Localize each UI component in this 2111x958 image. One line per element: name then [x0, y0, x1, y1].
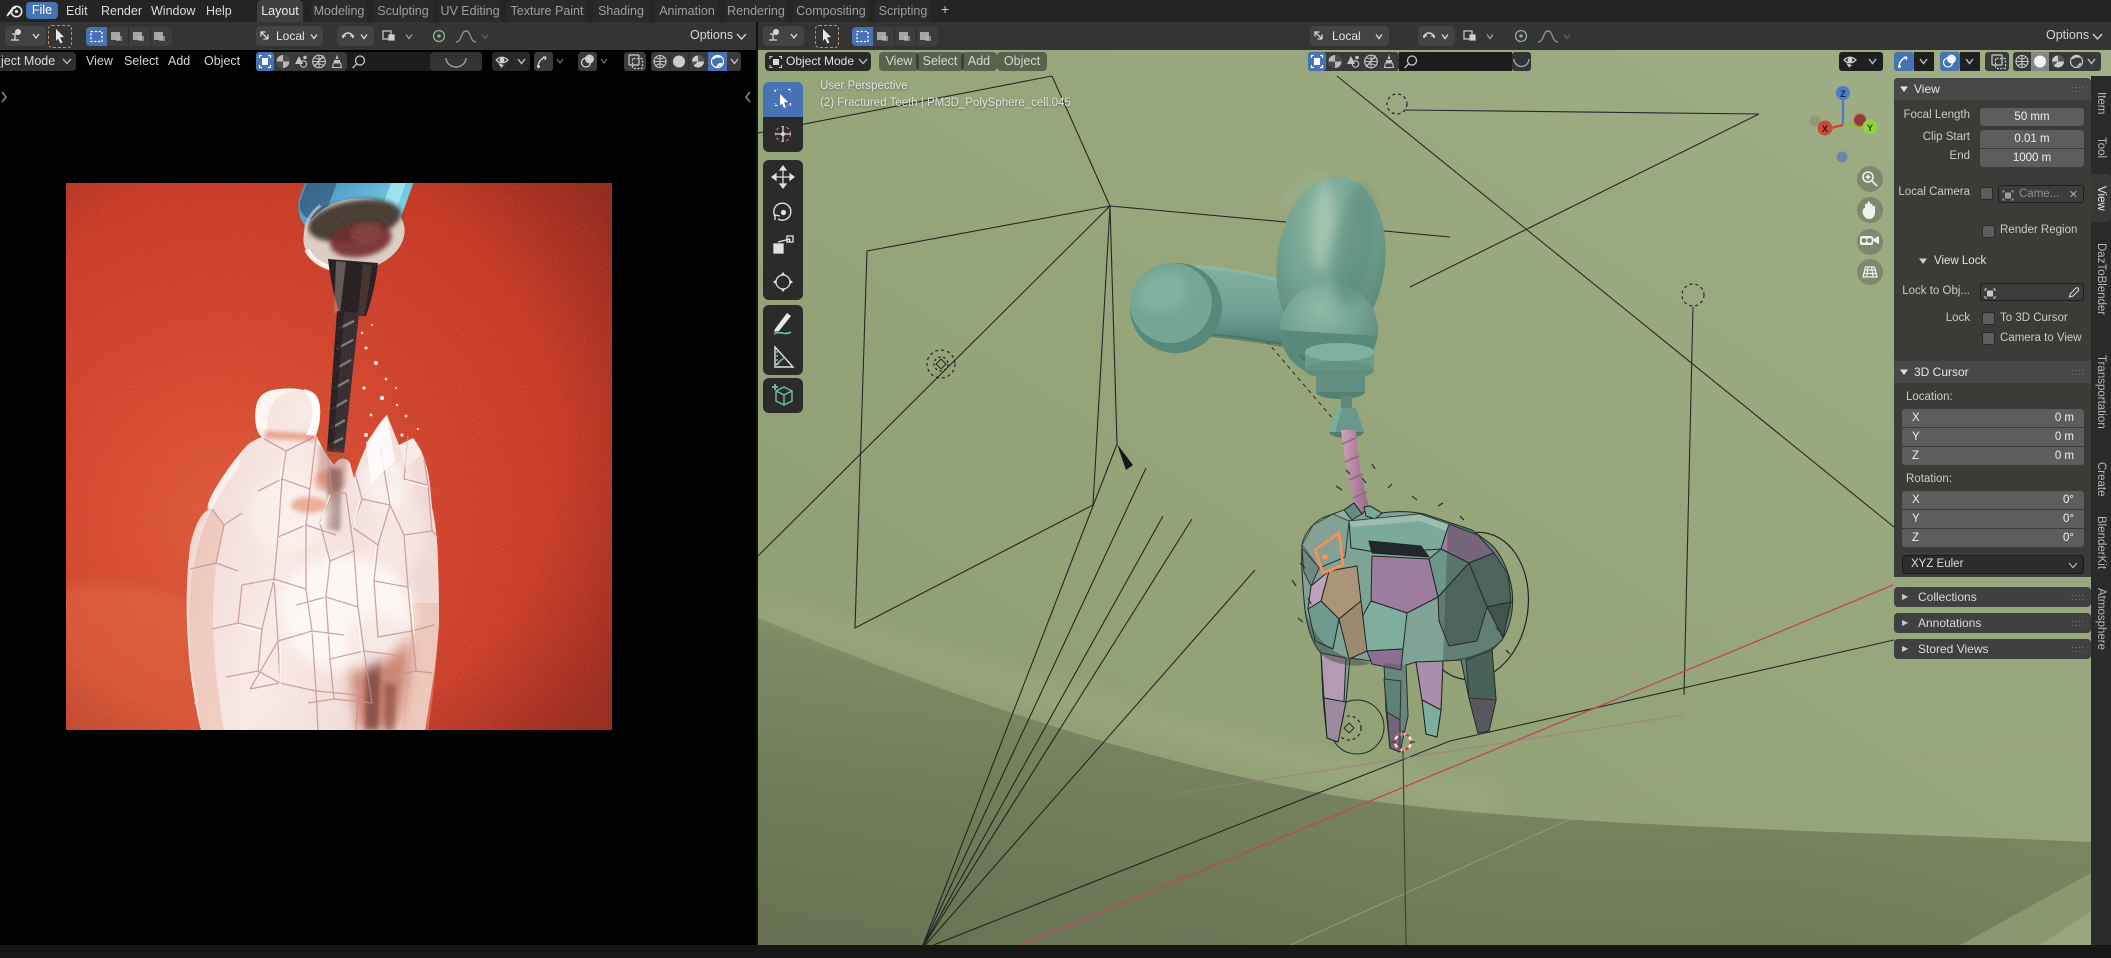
svg-text:Local: Local — [276, 29, 305, 43]
svg-text:Y: Y — [1867, 123, 1873, 133]
svg-text:Local: Local — [1332, 29, 1361, 43]
svg-text:X: X — [1822, 124, 1828, 134]
svg-text:Z: Z — [1840, 89, 1846, 99]
